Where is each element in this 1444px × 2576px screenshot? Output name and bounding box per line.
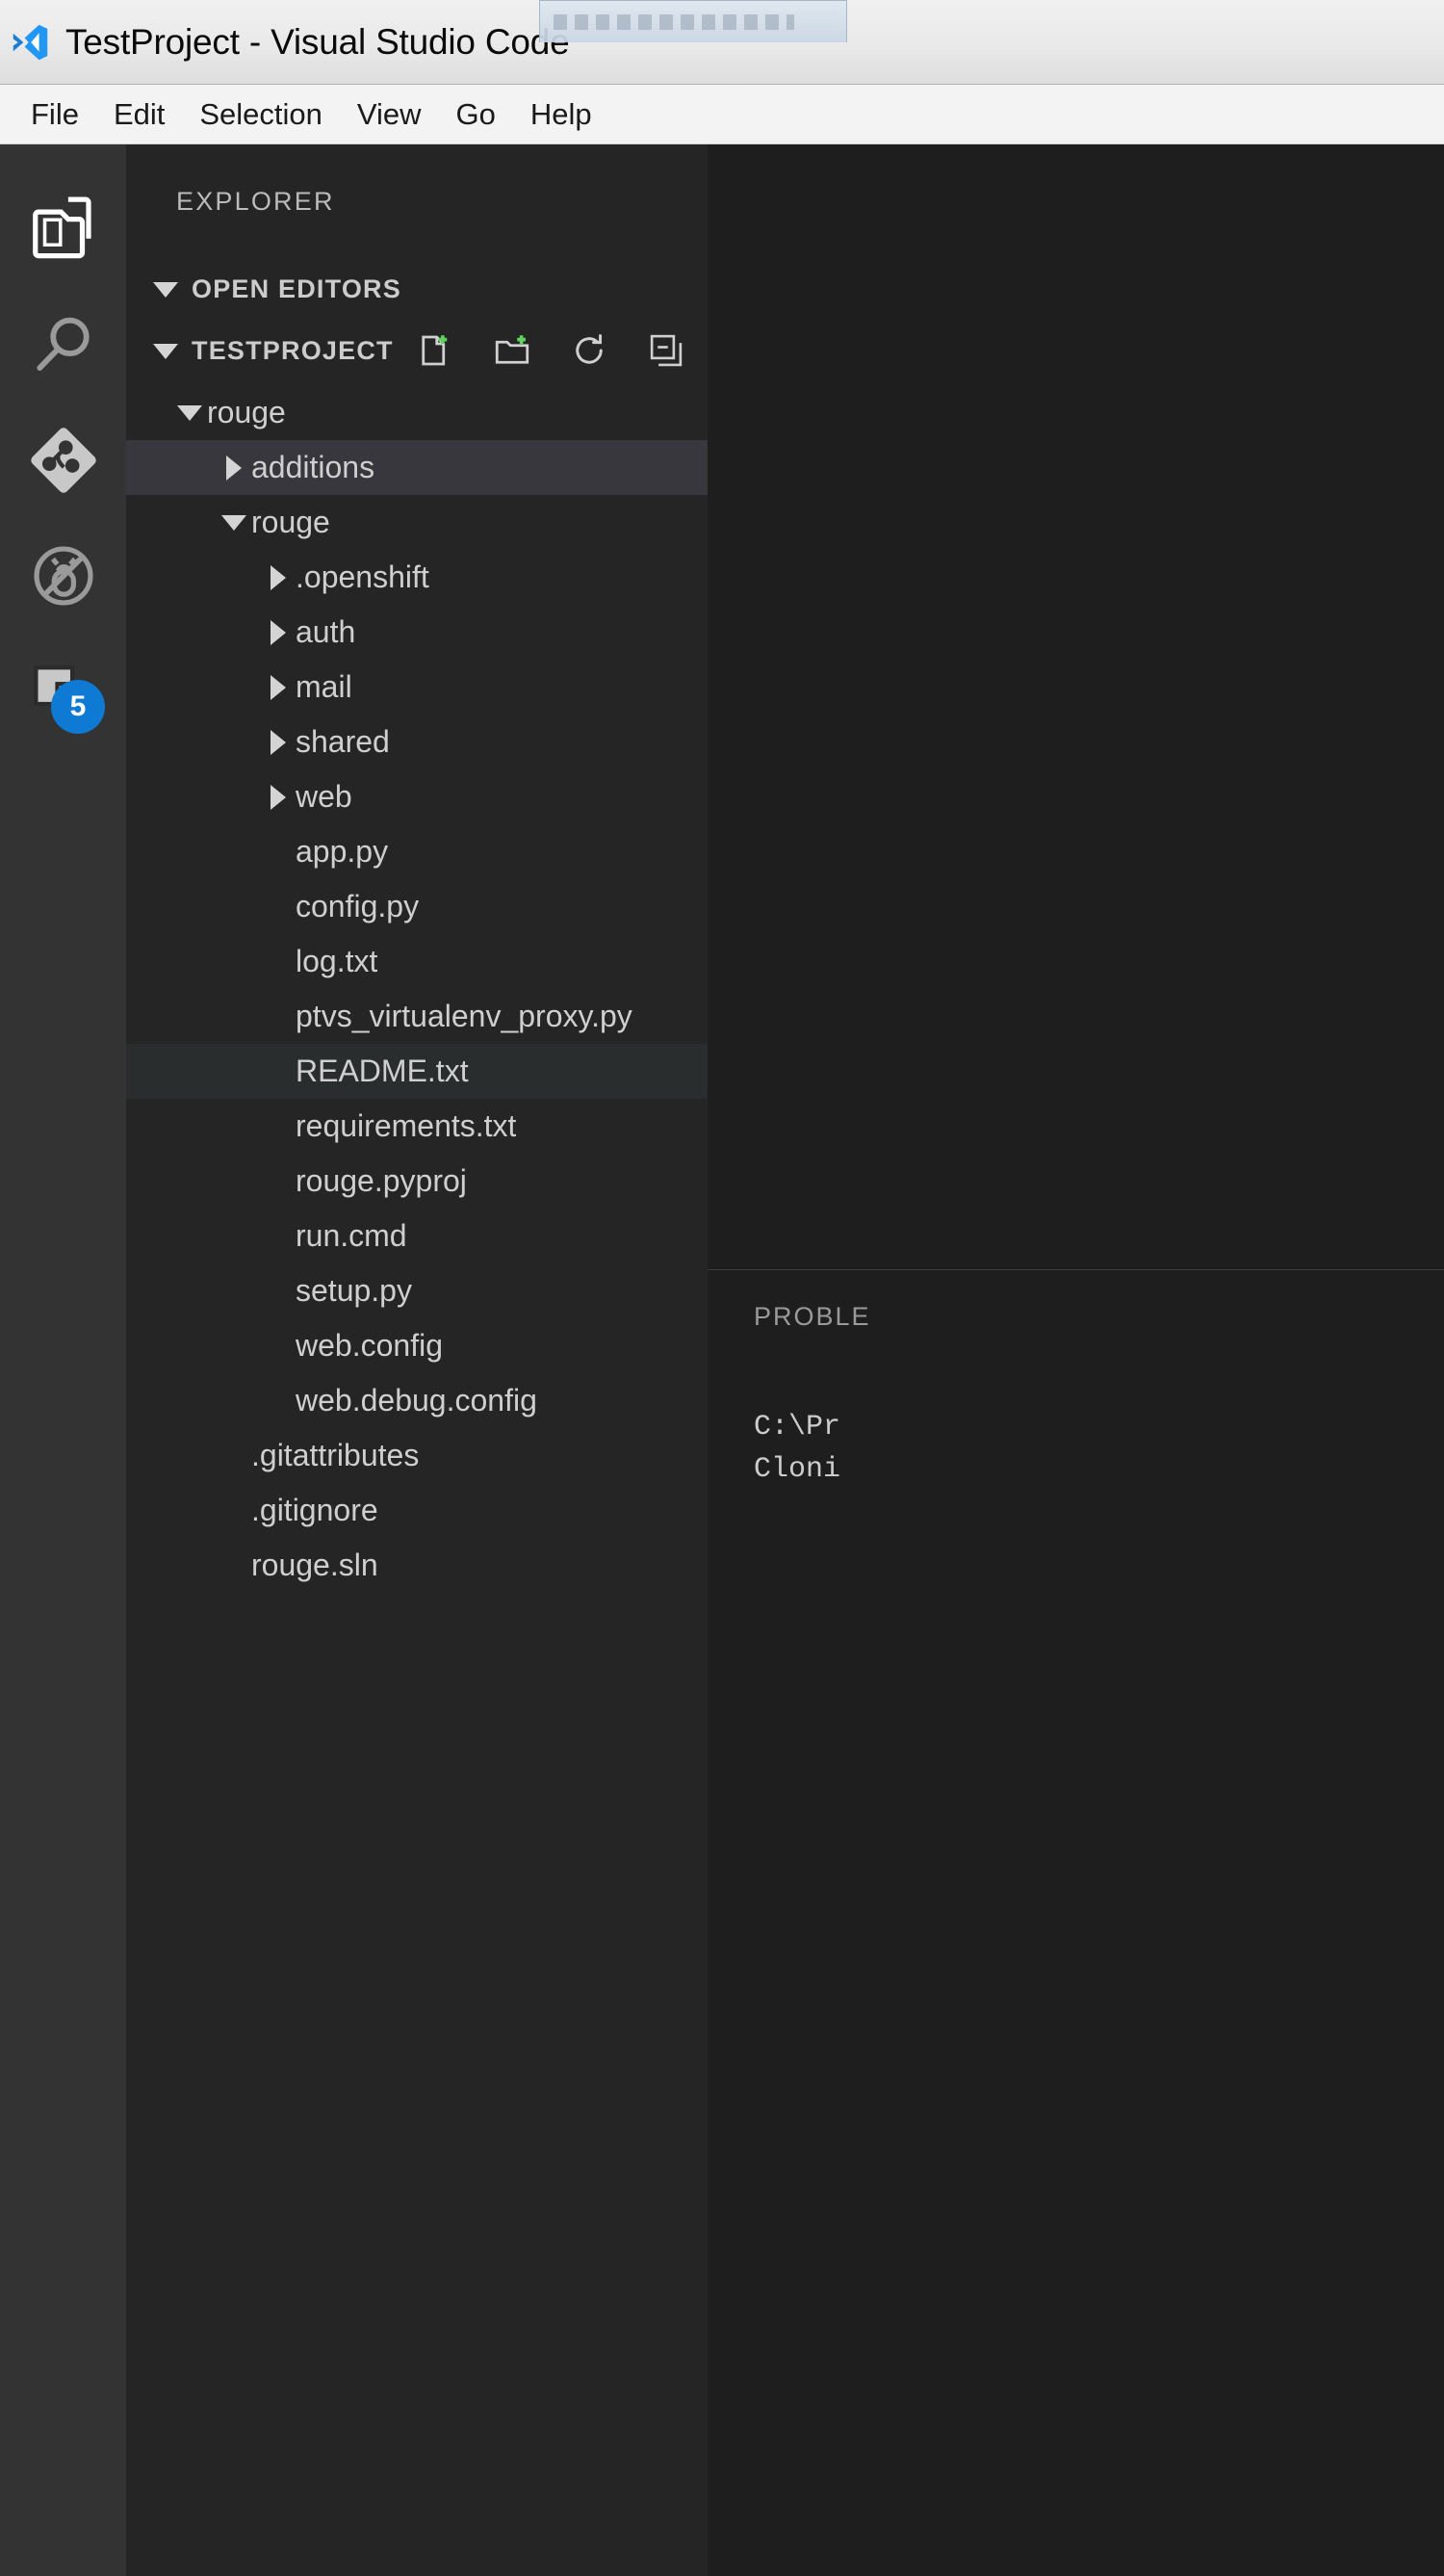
tree-item-label: mail [296,669,352,705]
tree-file-row[interactable]: setup.py [126,1263,708,1318]
tree-file-row[interactable]: rouge.sln [126,1538,708,1593]
editor-empty-surface [708,144,1444,1269]
bottom-panel: PROBLE C:\Pr Cloni [708,1269,1444,2576]
tree-file-row[interactable]: run.cmd [126,1209,708,1263]
explorer-sidebar: EXPLORER OPEN EDITORS TESTPROJECT [126,144,708,2576]
editor-area: PROBLE C:\Pr Cloni [708,144,1444,2576]
tree-folder-row[interactable]: auth [126,605,708,660]
tree-item-label: run.cmd [296,1218,407,1254]
menu-edit[interactable]: Edit [96,93,182,136]
activity-item-search[interactable] [0,287,126,403]
tree-item-label: requirements.txt [296,1108,516,1144]
chevron-down-icon [172,405,207,421]
chevron-right-icon [217,455,251,481]
collapse-all-icon[interactable] [646,330,686,371]
tree-item-label: rouge.sln [251,1548,378,1583]
tree-file-row[interactable]: .gitignore [126,1483,708,1538]
debug-icon [26,538,101,613]
tree-folder-row[interactable]: web [126,769,708,824]
tree-file-row[interactable]: requirements.txt [126,1099,708,1154]
menu-help[interactable]: Help [513,93,609,136]
menubar: File Edit Selection View Go Help [0,85,1444,144]
refresh-icon[interactable] [569,330,609,371]
chevron-right-icon [261,565,296,590]
chevron-down-icon [153,274,178,304]
window-titlebar: TestProject - Visual Studio Code [0,0,1444,85]
menu-file[interactable]: File [13,93,96,136]
tree-file-row[interactable]: web.debug.config [126,1373,708,1428]
tab-problems[interactable]: PROBLE [754,1302,871,1332]
activity-item-source-control[interactable] [0,403,126,518]
tree-item-label: shared [296,724,390,760]
section-open-editors-label: OPEN EDITORS [192,274,401,304]
file-tree: rouge additions rouge .openshift auth mail sha… [126,381,708,1593]
tree-item-label: config.py [296,889,419,924]
panel-output: C:\Pr Cloni [708,1363,1444,1491]
tree-folder-row[interactable]: shared [126,715,708,769]
new-folder-icon[interactable] [492,330,532,371]
tree-item-label: additions [251,450,374,485]
panel-tabs: PROBLE [708,1270,1444,1363]
section-testproject[interactable]: TESTPROJECT [126,320,708,381]
tree-item-label: ptvs_virtualenv_proxy.py [296,999,632,1034]
tree-folder-row[interactable]: additions [126,440,708,495]
activity-bar: 5 [0,144,126,2576]
tree-item-label: setup.py [296,1273,412,1309]
tree-item-label: README.txt [296,1054,469,1089]
menu-selection[interactable]: Selection [182,93,340,136]
tree-item-label: .openshift [296,559,429,595]
search-icon [26,307,101,382]
tree-file-row[interactable]: README.txt [126,1044,708,1099]
tree-item-label: .gitattributes [251,1438,419,1473]
tree-item-label: web.debug.config [296,1383,537,1418]
tree-item-label: rouge [207,395,286,430]
vscode-window: TestProject - Visual Studio Code File Ed… [0,0,1444,2576]
explorer-actions [415,320,686,381]
tree-item-label: web [296,779,352,815]
chevron-right-icon [261,620,296,645]
menu-view[interactable]: View [340,93,439,136]
chevron-down-icon [217,515,251,531]
activity-item-debug[interactable] [0,518,126,634]
tree-folder-row[interactable]: rouge [126,385,708,440]
background-window [539,0,847,42]
source-control-icon [26,423,101,498]
extensions-badge: 5 [51,680,105,734]
tree-folder-row[interactable]: rouge [126,495,708,550]
tree-folder-row[interactable]: .openshift [126,550,708,605]
activity-item-explorer[interactable] [0,171,126,287]
tree-file-row[interactable]: rouge.pyproj [126,1154,708,1209]
chevron-right-icon [261,785,296,810]
tree-file-row[interactable]: app.py [126,824,708,879]
tree-item-label: rouge.pyproj [296,1163,467,1199]
new-file-icon[interactable] [415,330,455,371]
tree-item-label: rouge [251,505,330,540]
tree-item-label: log.txt [296,944,377,979]
files-explorer-icon [26,192,101,267]
section-testproject-label: TESTPROJECT [192,336,394,366]
menu-go[interactable]: Go [439,93,513,136]
tree-item-label: auth [296,614,355,650]
tree-file-row[interactable]: log.txt [126,934,708,989]
tree-file-row[interactable]: web.config [126,1318,708,1373]
tree-item-label: app.py [296,834,388,870]
chevron-right-icon [261,675,296,700]
sidebar-title: EXPLORER [126,144,708,258]
section-open-editors[interactable]: OPEN EDITORS [126,258,708,320]
tree-item-label: .gitignore [251,1493,378,1528]
activity-item-extensions[interactable]: 5 [0,634,126,749]
tree-file-row[interactable]: ptvs_virtualenv_proxy.py [126,989,708,1044]
tree-file-row[interactable]: config.py [126,879,708,934]
tree-folder-row[interactable]: mail [126,660,708,715]
vscode-logo-icon [8,20,52,65]
tree-item-label: web.config [296,1328,443,1364]
tree-file-row[interactable]: .gitattributes [126,1428,708,1483]
chevron-right-icon [261,730,296,755]
window-title: TestProject - Visual Studio Code [65,22,570,63]
chevron-down-icon [153,336,178,366]
